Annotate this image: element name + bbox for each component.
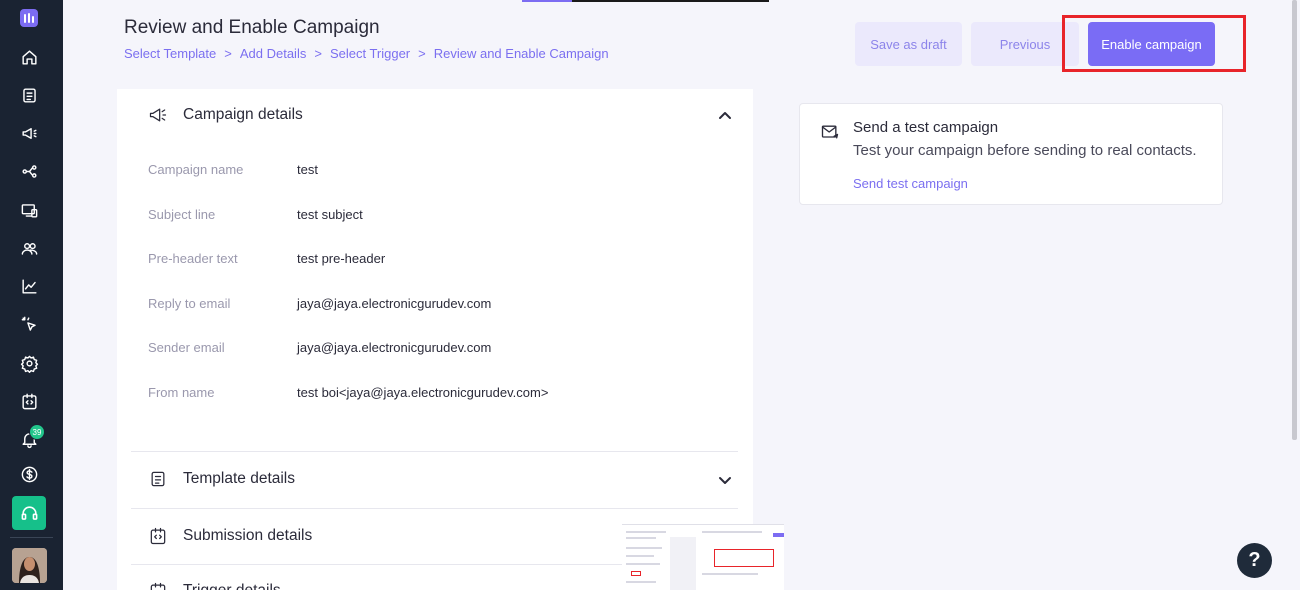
template-details-header[interactable]: Template details <box>147 467 295 491</box>
screenshot-thumbnail[interactable] <box>622 524 784 590</box>
field-value: test boi<jaya@jaya.electronicgurudev.com… <box>297 385 549 400</box>
breadcrumb-review-enable[interactable]: Review and Enable Campaign <box>434 46 609 61</box>
device-icon[interactable] <box>17 198 41 222</box>
contacts-icon[interactable] <box>17 236 41 260</box>
save-as-draft-button[interactable]: Save as draft <box>855 22 962 66</box>
chevron-down-icon[interactable] <box>717 472 733 488</box>
breadcrumb-select-template[interactable]: Select Template <box>124 46 216 61</box>
notification-count-badge: 39 <box>29 424 45 440</box>
template-details-title: Template details <box>183 470 296 487</box>
trigger-icon <box>147 580 169 590</box>
campaign-details-title: Campaign details <box>183 106 303 123</box>
field-row-subject-line: Subject line test subject <box>148 207 363 222</box>
test-campaign-description: Test your campaign before sending to rea… <box>853 142 1197 159</box>
field-label: Pre-header text <box>148 251 238 266</box>
settings-icon[interactable] <box>17 351 41 375</box>
headset-icon <box>21 505 37 520</box>
field-value: jaya@jaya.electronicgurudev.com <box>297 340 492 355</box>
field-row-from-name: From name test boi<jaya@jaya.electronicg… <box>148 385 548 400</box>
field-value: test pre-header <box>297 251 386 266</box>
template-document-icon <box>147 468 169 490</box>
submission-details-header[interactable]: Submission details <box>147 524 312 548</box>
chevron-up-icon[interactable] <box>717 108 733 124</box>
field-row-pre-header: Pre-header text test pre-header <box>148 251 385 266</box>
megaphone-icon <box>147 104 169 126</box>
field-row-reply-to-email: Reply to email jaya@jaya.electronicgurud… <box>148 296 491 311</box>
trigger-details-title: Trigger details <box>183 582 281 590</box>
enable-campaign-button[interactable]: Enable campaign <box>1088 22 1215 66</box>
campaign-review-card: Campaign details Campaign name test Subj… <box>117 89 753 590</box>
field-value: jaya@jaya.electronicgurudev.com <box>297 296 492 311</box>
dollar-icon[interactable] <box>17 462 41 486</box>
workflow-icon[interactable] <box>17 159 41 183</box>
top-progress-strip <box>522 0 769 2</box>
field-label: Campaign name <box>148 162 244 177</box>
test-campaign-title: Send a test campaign <box>853 119 999 136</box>
breadcrumb-separator: > <box>314 46 322 61</box>
field-row-campaign-name: Campaign name test <box>148 162 318 177</box>
envelope-send-icon <box>820 122 840 142</box>
test-campaign-card: Send a test campaign Test your campaign … <box>799 103 1223 205</box>
field-label: Sender email <box>148 340 225 355</box>
field-value: test subject <box>297 207 363 222</box>
page-title: Review and Enable Campaign <box>124 17 380 38</box>
page-scrollbar[interactable] <box>1292 0 1297 440</box>
app-logo-icon[interactable] <box>20 9 38 27</box>
home-icon[interactable] <box>17 45 41 69</box>
code-bracket-icon <box>147 525 169 547</box>
field-row-sender-email: Sender email jaya@jaya.electronicgurudev… <box>148 340 491 355</box>
section-divider <box>131 508 738 509</box>
cursor-click-icon[interactable] <box>17 312 41 336</box>
send-test-campaign-link[interactable]: Send test campaign <box>853 176 968 191</box>
breadcrumb-separator: > <box>418 46 426 61</box>
field-label: Reply to email <box>148 296 231 311</box>
code-icon[interactable] <box>17 389 41 413</box>
submission-details-title: Submission details <box>183 527 313 544</box>
help-button[interactable]: ? <box>1237 543 1272 578</box>
breadcrumb-separator: > <box>224 46 232 61</box>
document-icon[interactable] <box>17 83 41 107</box>
breadcrumb-select-trigger[interactable]: Select Trigger <box>330 46 410 61</box>
breadcrumb-add-details[interactable]: Add Details <box>240 46 306 61</box>
section-divider <box>131 451 738 452</box>
user-avatar[interactable] <box>12 548 47 583</box>
field-label: From name <box>148 385 215 400</box>
analytics-icon[interactable] <box>17 274 41 298</box>
field-label: Subject line <box>148 207 216 222</box>
previous-button[interactable]: Previous <box>971 22 1079 66</box>
campaign-details-header[interactable]: Campaign details <box>147 103 303 127</box>
megaphone-icon[interactable] <box>17 121 41 145</box>
trigger-details-header[interactable]: Trigger details <box>147 579 281 590</box>
sidebar: 39 <box>0 0 63 590</box>
support-headset-button[interactable] <box>12 496 46 530</box>
breadcrumb: Select Template > Add Details > Select T… <box>124 46 609 61</box>
field-value: test <box>297 162 318 177</box>
sidebar-divider <box>10 537 53 538</box>
